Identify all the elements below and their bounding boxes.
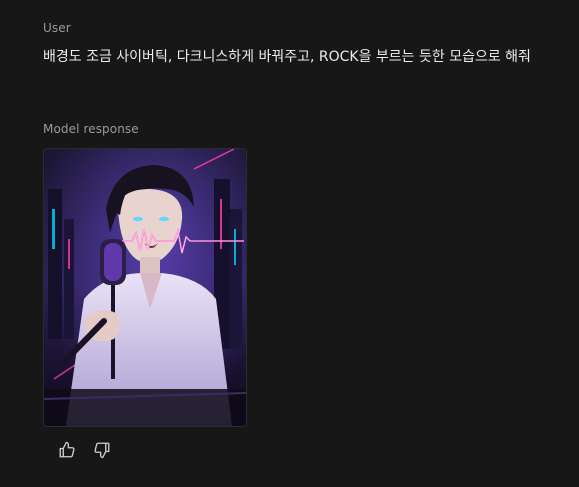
- thumbs-up-button[interactable]: [56, 439, 78, 461]
- user-message-text: 배경도 조금 사이버틱, 다크니스하게 바꿔주고, ROCK을 부르는 듯한 모…: [43, 49, 531, 65]
- thumbs-down-button[interactable]: [91, 439, 113, 461]
- thumbs-up-icon: [59, 441, 75, 458]
- generated-image-artwork: [44, 149, 246, 426]
- generated-image[interactable]: [43, 148, 247, 427]
- thumbs-down-icon: [94, 442, 110, 459]
- chat-page: User 배경도 조금 사이버틱, 다크니스하게 바꿔주고, ROCK을 부르는…: [0, 0, 579, 487]
- user-role-label: User: [43, 21, 71, 35]
- model-role-label: Model response: [43, 122, 139, 136]
